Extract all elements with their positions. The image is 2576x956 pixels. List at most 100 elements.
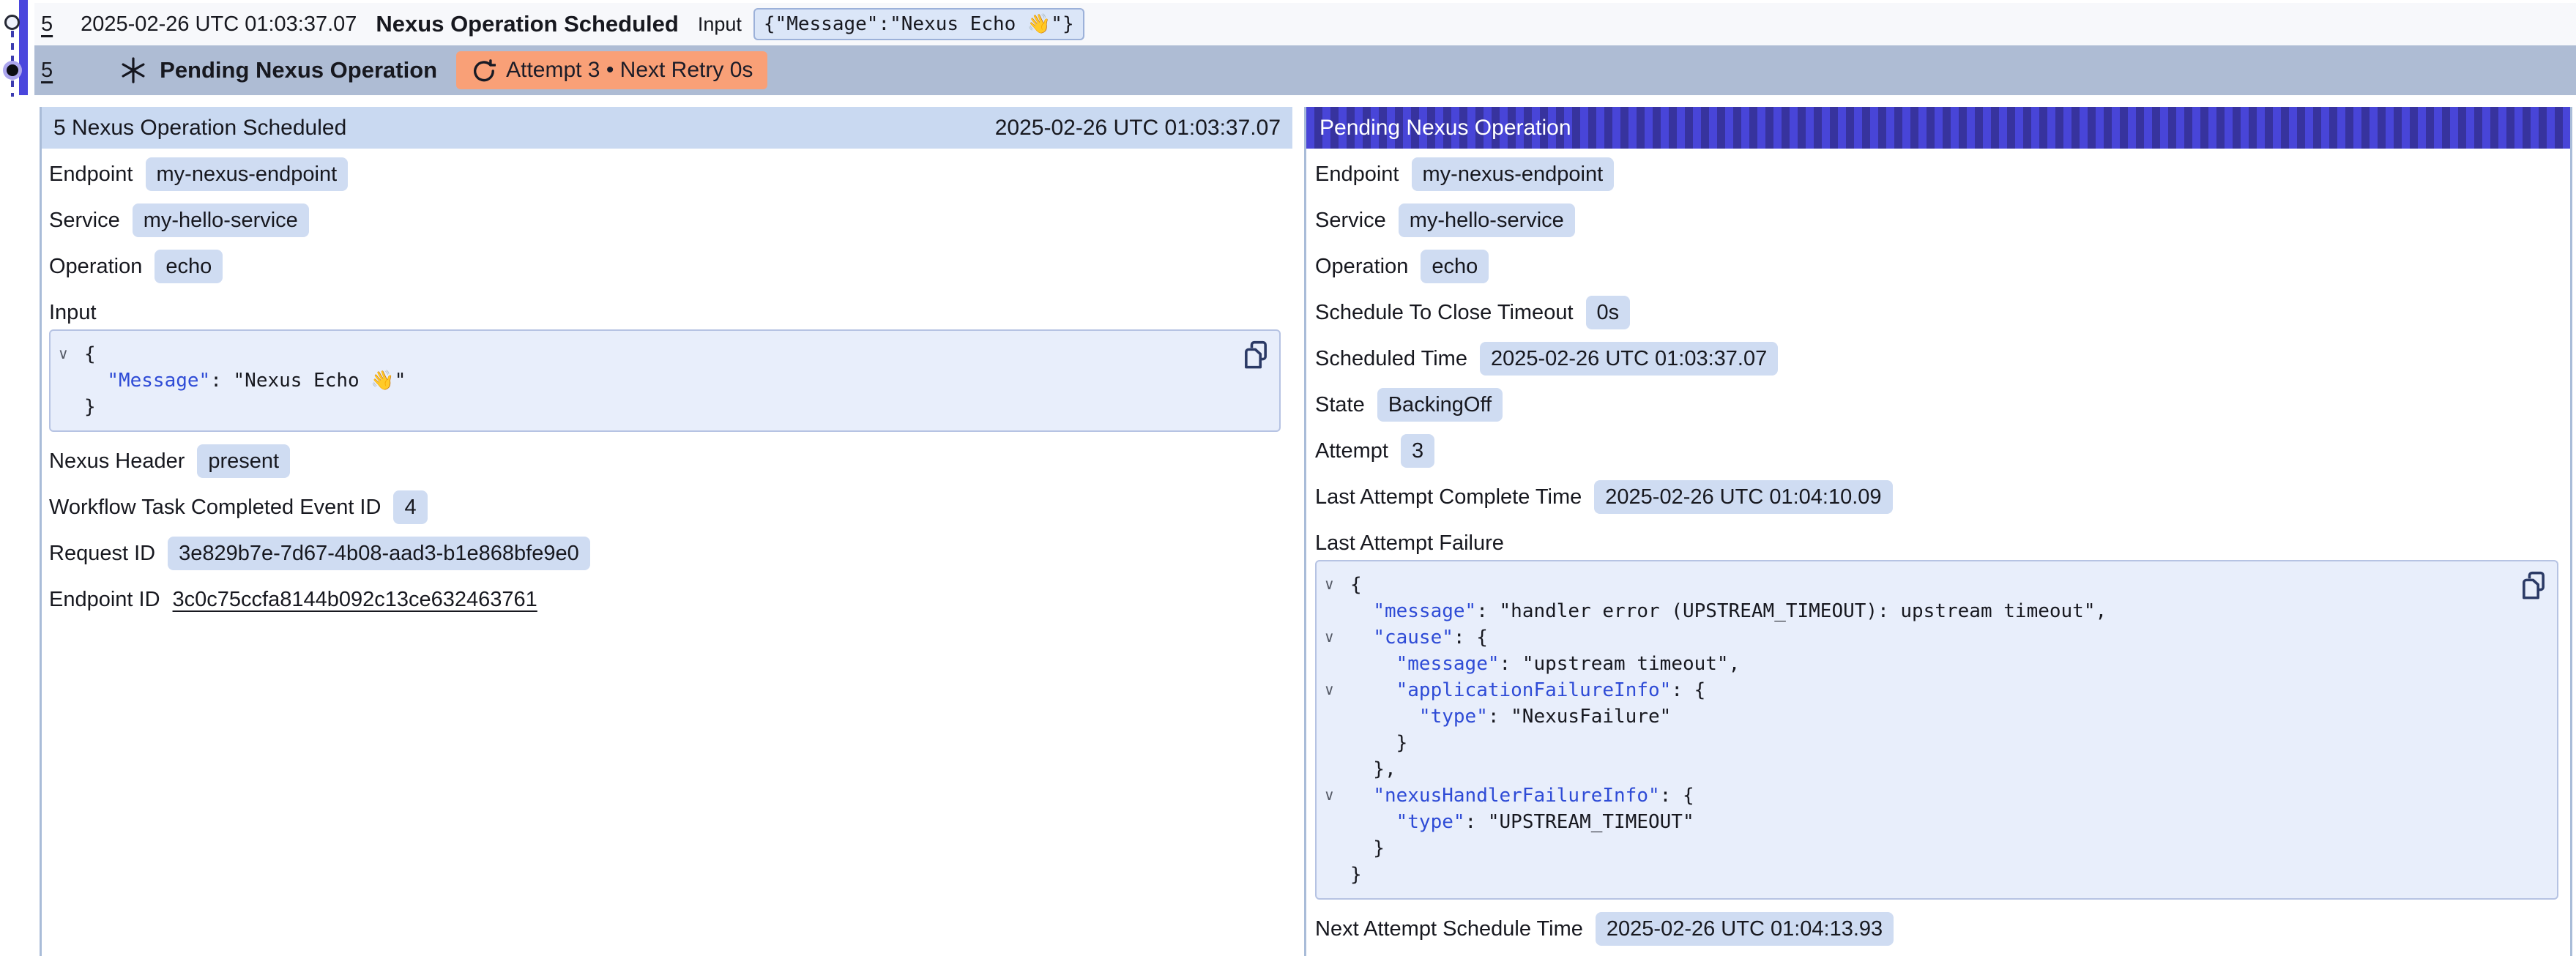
field-last-attempt-complete-time: Last Attempt Complete Time2025-02-26 UTC… [1315, 480, 2558, 514]
collapse-chevron-icon[interactable]: ∨ [1324, 677, 1350, 703]
event-detail-fields: Endpointmy-nexus-endpoint Service my-hello… [42, 149, 1292, 616]
field-next-attempt-schedule-time: Next Attempt Schedule Time 2025-02-26 UTC… [1315, 912, 2558, 946]
code-gutter [1324, 835, 1350, 862]
code-gutter [1324, 651, 1350, 677]
code-text: "nexusHandlerFailureInfo": { [1350, 783, 1694, 809]
copy-icon[interactable] [2520, 570, 2547, 601]
code-line: }, [1324, 756, 2513, 783]
field-workflow-task-completed-event-id: Workflow Task Completed Event ID4 [49, 490, 1281, 524]
pending-event-name: Pending Nexus Operation [160, 57, 437, 83]
field-label: Attempt [1315, 439, 1388, 463]
code-text: "applicationFailureInfo": { [1350, 677, 1705, 703]
code-text: } [84, 394, 96, 420]
timeline-active-bar [19, 0, 28, 95]
json-key: "type" [1396, 811, 1465, 833]
code-line: ∨ "applicationFailureInfo": { [1324, 677, 2513, 703]
last-attempt-failure-code-block: ∨{ "message": "handler error (UPSTREAM_T… [1315, 560, 2558, 900]
pending-operation-header: Pending Nexus Operation [1306, 107, 2570, 149]
event-row-pending[interactable]: 5 Pending Nexus Operation Attempt 3 • Ne… [34, 45, 2576, 95]
code-text: { [84, 341, 96, 367]
field-label: Scheduled Time [1315, 347, 1467, 371]
code-line: } [1324, 835, 2513, 862]
field-value-link[interactable]: 3c0c75ccfa8144b092c13ce632463761 [173, 588, 537, 612]
field-input-label: Input [49, 296, 1281, 329]
json-key: "cause" [1373, 627, 1453, 649]
input-code-block: ∨{ "Message": "Nexus Echo 👋"} [49, 329, 1281, 432]
collapse-chevron-icon[interactable]: ∨ [1324, 783, 1350, 809]
timeline-open-circle-icon [4, 15, 20, 30]
pending-asterisk-icon [120, 57, 146, 83]
code-text: "type": "NexusFailure" [1350, 703, 1671, 730]
field-operation: Operationecho [49, 250, 1281, 283]
json-key: "message" [1373, 600, 1476, 622]
event-id-link[interactable]: 5 [41, 59, 53, 83]
code-gutter [1324, 809, 1350, 835]
code-line: ∨{ [1324, 572, 2513, 598]
code-text: "message": "handler error (UPSTREAM_TIME… [1350, 598, 2107, 624]
field-endpoint: Endpoint my-nexus-endpoint [1315, 157, 2558, 191]
field-value-chip: 2025-02-26 UTC 01:04:13.93 [1596, 912, 1894, 946]
field-operation: Operationecho [1315, 250, 2558, 283]
field-value-chip: 2025-02-26 UTC 01:03:37.07 [1480, 342, 1778, 376]
timeline-filled-dot-icon [7, 64, 18, 76]
collapse-chevron-icon[interactable]: ∨ [1324, 624, 1350, 651]
code-text: } [1350, 835, 1385, 862]
code-gutter [1324, 598, 1350, 624]
field-service: Service my-hello-service [49, 203, 1281, 237]
field-last-attempt-failure-label: Last Attempt Failure [1315, 526, 2558, 560]
field-label: Service [49, 209, 120, 233]
code-gutter [1324, 756, 1350, 783]
code-gutter [58, 367, 84, 394]
field-label: Nexus Header [49, 449, 185, 474]
code-text: "message": "upstream timeout", [1350, 651, 1740, 677]
field-value-chip: my-hello-service [133, 203, 309, 237]
field-value-chip: my-nexus-endpoint [1412, 157, 1615, 191]
input-preview-chip[interactable]: {"Message":"Nexus Echo 👋"} [753, 8, 1084, 40]
event-id-link[interactable]: 5 [41, 12, 53, 37]
event-detail-header: 5 Nexus Operation Scheduled 2025-02-26 U… [42, 107, 1292, 149]
code-line: "message": "upstream timeout", [1324, 651, 2513, 677]
code-text: "type": "UPSTREAM_TIMEOUT" [1350, 809, 1694, 835]
field-schedule-to-close-timeout: Schedule To Close Timeout0s [1315, 296, 2558, 329]
field-label: Endpoint [1315, 163, 1399, 187]
code-line: } [1324, 862, 2513, 888]
field-attempt: Attempt 3 [1315, 434, 2558, 468]
field-label: Last Attempt Complete Time [1315, 485, 1582, 509]
code-gutter [1324, 730, 1350, 756]
collapse-chevron-icon[interactable]: ∨ [58, 341, 84, 367]
event-row-scheduled[interactable]: 5 2025-02-26 UTC 01:03:37.07 Nexus Opera… [34, 3, 2576, 45]
field-label: Service [1315, 209, 1386, 233]
field-label: State [1315, 393, 1365, 417]
field-request-id: Request ID3e829b7e-7d67-4b08-aad3-b1e868… [49, 537, 1281, 570]
field-value-chip: 3 [1401, 434, 1434, 468]
field-label: Workflow Task Completed Event ID [49, 496, 381, 520]
collapse-chevron-icon[interactable]: ∨ [1324, 572, 1350, 598]
retry-status-badge: Attempt 3 • Next Retry 0s [456, 51, 767, 89]
detail-panels: 5 Nexus Operation Scheduled 2025-02-26 U… [0, 107, 2576, 956]
event-detail-timestamp: 2025-02-26 UTC 01:03:37.07 [995, 116, 1281, 141]
code-line: } [58, 394, 1235, 420]
pending-operation-fields: Endpoint my-nexus-endpoint Service my-hello… [1306, 149, 2570, 946]
field-endpoint: Endpointmy-nexus-endpoint [49, 157, 1281, 191]
code-text: "cause": { [1350, 624, 1488, 651]
field-value-chip: my-hello-service [1399, 203, 1575, 237]
field-value-chip: 3e829b7e-7d67-4b08-aad3-b1e868bfe9e0 [168, 537, 590, 570]
code-gutter [58, 394, 84, 420]
field-value-chip: my-nexus-endpoint [146, 157, 349, 191]
code-text: } [1350, 862, 1362, 888]
json-key: "nexusHandlerFailureInfo" [1373, 785, 1659, 807]
pending-operation-panel: Pending Nexus Operation Endpoint my-nexus… [1304, 107, 2572, 956]
copy-icon[interactable] [1243, 340, 1269, 370]
event-name: Nexus Operation Scheduled [376, 11, 678, 37]
field-label: Schedule To Close Timeout [1315, 301, 1574, 325]
field-label: Operation [1315, 255, 1408, 279]
code-line: "type": "UPSTREAM_TIMEOUT" [1324, 809, 2513, 835]
code-line: ∨ "cause": { [1324, 624, 2513, 651]
field-label: Next Attempt Schedule Time [1315, 917, 1583, 941]
field-state: StateBackingOff [1315, 388, 2558, 422]
field-endpoint-id: Endpoint ID 3c0c75ccfa8144b092c13ce632463… [49, 583, 1281, 616]
field-value-chip: present [197, 444, 290, 478]
json-key: "type" [1419, 706, 1488, 728]
code-gutter [1324, 862, 1350, 888]
field-label: Endpoint ID [49, 588, 160, 612]
